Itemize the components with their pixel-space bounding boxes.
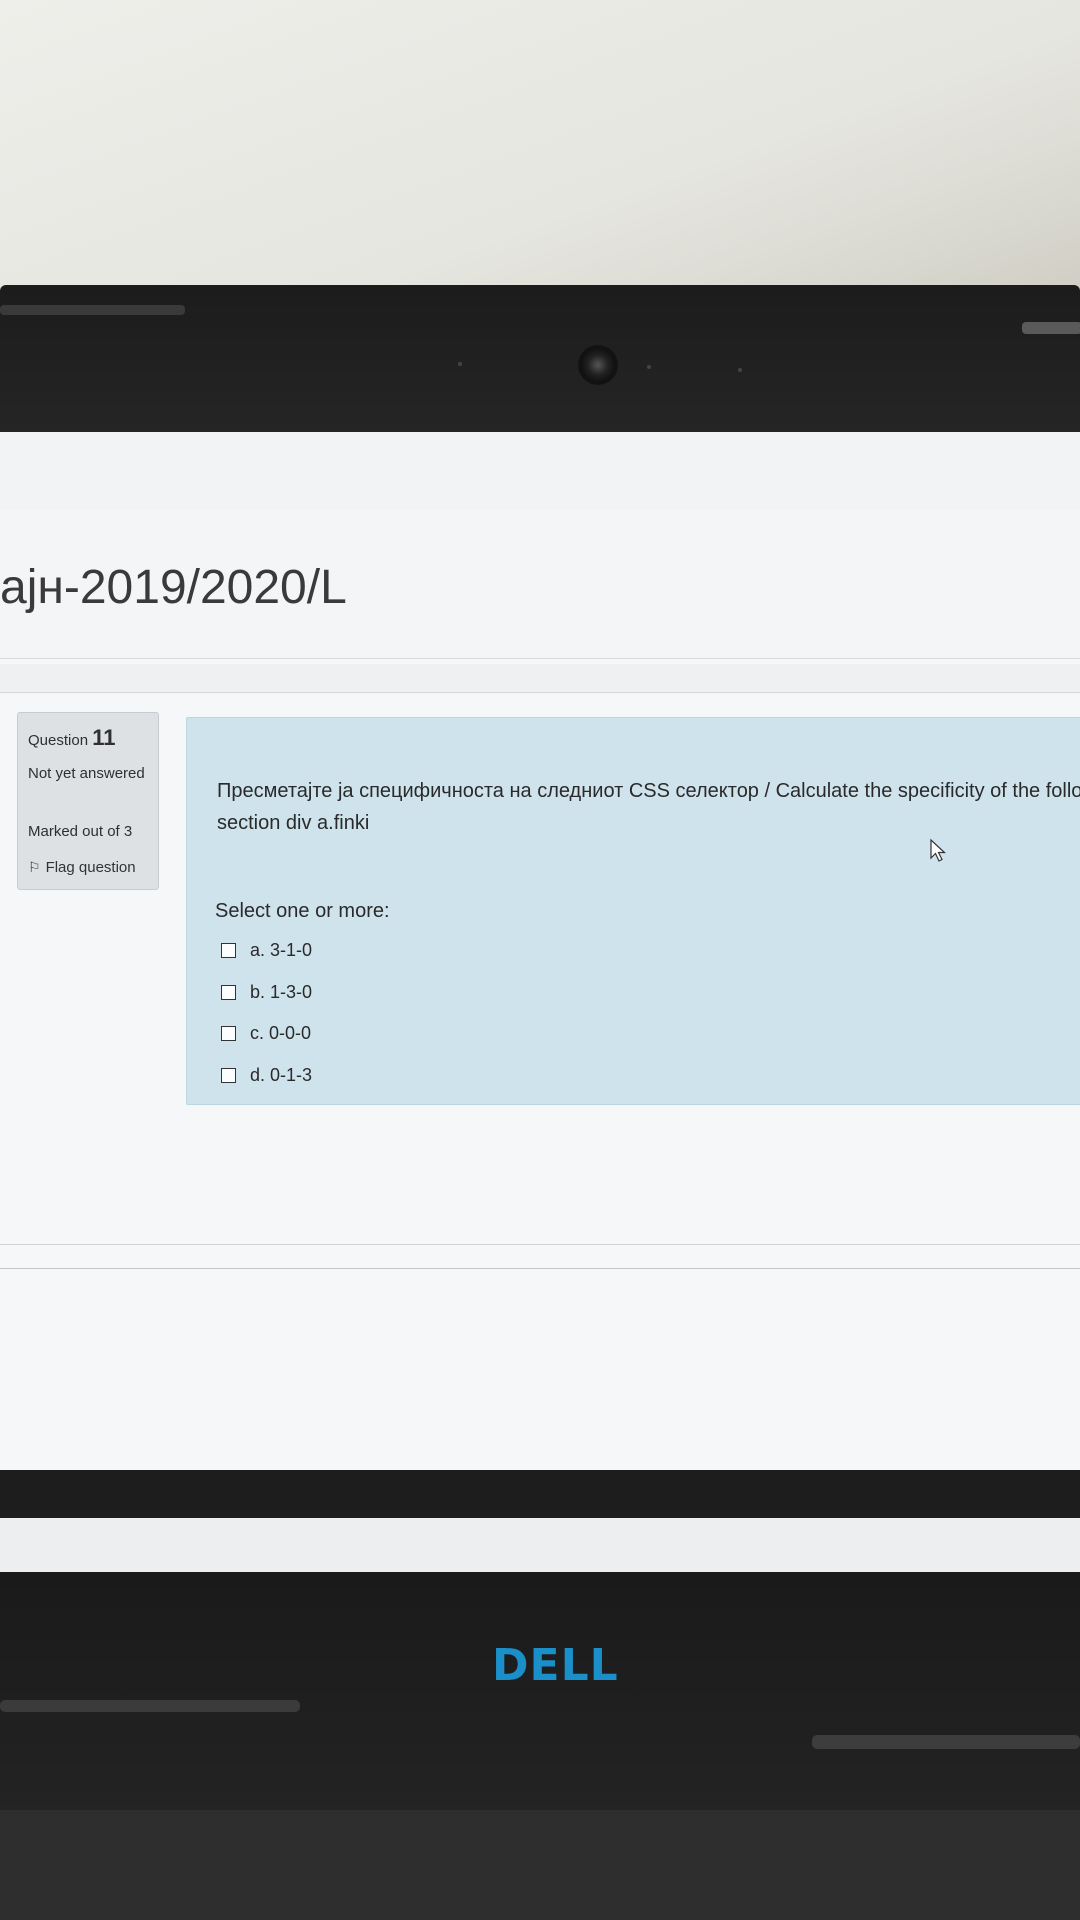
flag-question-link[interactable]: ⚐ Flag question bbox=[28, 859, 136, 876]
bezel-trim-left bbox=[0, 305, 185, 315]
answer-label[interactable]: d. 0-1-3 bbox=[250, 1065, 312, 1086]
question-text: Пресметајте ја специфичноста на следниот… bbox=[217, 780, 1080, 802]
question-selector-text: section div a.finki bbox=[217, 812, 370, 834]
dell-logo: DELL bbox=[492, 1640, 619, 1691]
flag-question-label: Flag question bbox=[45, 859, 136, 876]
question-formulation: Пресметајте ја специфичноста на следниот… bbox=[186, 717, 1080, 1105]
bezel-trim-right bbox=[1022, 322, 1080, 334]
answer-checkbox[interactable] bbox=[221, 1068, 236, 1083]
course-title: ајн-2019/2020/L bbox=[0, 561, 347, 614]
sensor-dot bbox=[647, 365, 651, 369]
top-navbar bbox=[0, 432, 1080, 511]
hinge-right bbox=[812, 1735, 1080, 1749]
breadcrumb-strip bbox=[0, 664, 1080, 693]
answer-option[interactable]: a. 3-1-0 bbox=[221, 940, 312, 961]
answer-checkbox[interactable] bbox=[221, 1026, 236, 1041]
question-number: Question 11 bbox=[28, 725, 116, 750]
answer-checkbox[interactable] bbox=[221, 943, 236, 958]
divider bbox=[0, 1244, 1080, 1245]
answer-option[interactable]: c. 0-0-0 bbox=[221, 1023, 311, 1044]
hinge-left bbox=[0, 1700, 300, 1712]
question-info-panel: Question 11 Not yet answered Marked out … bbox=[17, 712, 159, 890]
answer-option[interactable]: b. 1-3-0 bbox=[221, 982, 312, 1003]
answer-label[interactable]: c. 0-0-0 bbox=[250, 1023, 311, 1044]
screen-bottom-edge bbox=[0, 1518, 1080, 1576]
keyboard-deck bbox=[0, 1810, 1080, 1920]
answer-label[interactable]: a. 3-1-0 bbox=[250, 940, 312, 961]
screen-taskbar bbox=[0, 1470, 1080, 1518]
laptop-screen: ајн-2019/2020/L Question 11 Not yet answ… bbox=[0, 432, 1080, 1482]
sensor-dot bbox=[738, 368, 742, 372]
answer-label[interactable]: b. 1-3-0 bbox=[250, 982, 312, 1003]
flag-icon: ⚐ bbox=[28, 859, 41, 875]
answer-option[interactable]: d. 0-1-3 bbox=[221, 1065, 312, 1086]
question-state: Not yet answered bbox=[28, 765, 145, 782]
webcam-icon bbox=[578, 345, 618, 385]
question-grade: Marked out of 3 bbox=[28, 823, 133, 840]
answer-checkbox[interactable] bbox=[221, 985, 236, 1000]
divider bbox=[0, 1268, 1080, 1269]
answer-prompt: Select one or more: bbox=[215, 900, 390, 922]
background-wall bbox=[0, 0, 1080, 300]
sensor-dot bbox=[458, 362, 462, 366]
mouse-pointer-icon bbox=[930, 838, 947, 862]
